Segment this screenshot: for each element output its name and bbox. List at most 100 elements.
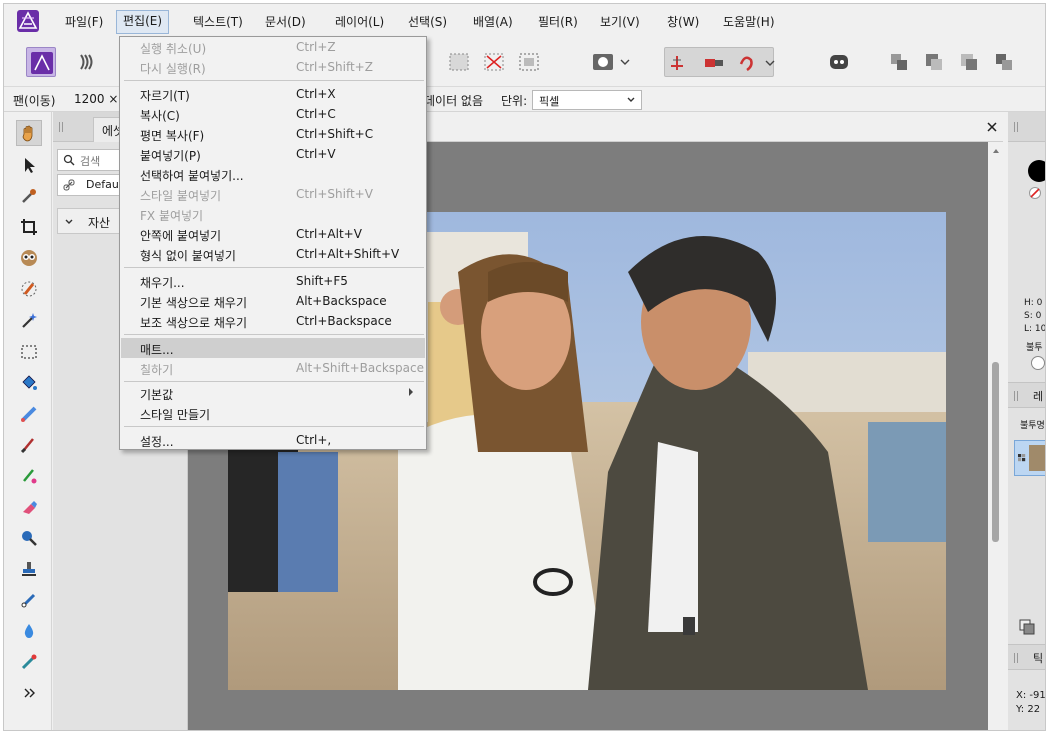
- quick-mask-button[interactable]: [589, 47, 631, 77]
- layer-visibility-icon[interactable]: [1018, 454, 1026, 462]
- edit-menu-dropdown: 실행 취소(U) Ctrl+Z 다시 실행(R) Ctrl+Shift+Z 자르…: [119, 36, 427, 450]
- menu-item-label: 설정...: [140, 435, 174, 449]
- flood-fill-tool[interactable]: [16, 370, 42, 396]
- menu-filter[interactable]: 필터(R): [532, 12, 584, 34]
- menu-item-paint[interactable]: 칠하기 Alt+Shift+Backspace: [121, 358, 425, 378]
- layers-tab-label[interactable]: 레: [1033, 388, 1043, 404]
- assistant-button[interactable]: [824, 47, 854, 77]
- deselect-button[interactable]: [479, 47, 509, 77]
- menu-layer[interactable]: 레이어(L): [329, 12, 390, 34]
- panel-grip-icon[interactable]: [1014, 122, 1018, 132]
- menu-item-paste-without-format[interactable]: 형식 없이 붙여넣기 Ctrl+Alt+Shift+V: [121, 244, 425, 264]
- paint-brush-tool[interactable]: [16, 432, 42, 458]
- search-icon: [63, 154, 75, 166]
- menu-item-copy[interactable]: 복사(C) Ctrl+C: [121, 104, 425, 124]
- color-replacement-tool[interactable]: [16, 463, 42, 489]
- menu-item-label: 실행 취소(U): [140, 42, 207, 56]
- units-select[interactable]: 픽셀: [532, 90, 642, 110]
- close-icon[interactable]: [986, 121, 998, 133]
- flood-select-tool[interactable]: [16, 307, 42, 333]
- affinity-photo-logo-icon[interactable]: [17, 10, 39, 32]
- layers-panel-header[interactable]: 레: [1008, 382, 1045, 408]
- more-tools-button[interactable]: [16, 680, 42, 706]
- panel-grip-icon[interactable]: [59, 122, 63, 132]
- arrange-back-button[interactable]: [884, 47, 914, 77]
- menu-item-settings[interactable]: 설정... Ctrl+,: [121, 430, 425, 450]
- arrange-forward-button[interactable]: [954, 47, 984, 77]
- menu-item-label: 자르기(T): [140, 89, 190, 103]
- liquify-persona-button[interactable]: [74, 47, 104, 77]
- menu-item-paste-special[interactable]: 선택하여 붙여넣기...: [121, 164, 425, 184]
- menu-edit[interactable]: 편집(E): [116, 10, 170, 34]
- menu-item-paste-inside[interactable]: 안쪽에 붙여넣기 Ctrl+Alt+V: [121, 224, 425, 244]
- menu-item-defaults[interactable]: 기본값: [121, 383, 425, 403]
- menu-text[interactable]: 텍스트(T): [187, 12, 249, 34]
- gradient-tool[interactable]: [16, 401, 42, 427]
- menu-view[interactable]: 보기(V): [594, 12, 646, 34]
- menu-select[interactable]: 선택(S): [402, 12, 453, 34]
- zoom-value[interactable]: 1200 ×: [74, 92, 118, 106]
- selection-tool-button[interactable]: [444, 47, 474, 77]
- blur-brush-tool[interactable]: [16, 618, 42, 644]
- marquee-tool[interactable]: [16, 339, 42, 365]
- photo-persona-button[interactable]: [26, 47, 56, 77]
- layer-copy-icon[interactable]: [1018, 618, 1036, 636]
- selection-brush-tool[interactable]: [16, 276, 42, 302]
- healing-brush-tool[interactable]: [16, 587, 42, 613]
- transform-tab-label[interactable]: 틱: [1033, 650, 1043, 666]
- move-backward-icon: [926, 54, 942, 70]
- menu-item-paste-style[interactable]: 스타일 붙여넣기 Ctrl+Shift+V: [121, 184, 425, 204]
- menu-file[interactable]: 파일(F): [59, 12, 109, 34]
- crop-tool[interactable]: [16, 214, 42, 240]
- magic-wand-icon: [22, 313, 37, 328]
- hue-value: H: 0: [1024, 298, 1043, 308]
- menu-item-label: 스타일 만들기: [140, 408, 211, 422]
- scroll-up-icon[interactable]: [991, 146, 1001, 156]
- color-picker-tool[interactable]: [16, 183, 42, 209]
- menu-document[interactable]: 문서(D): [259, 12, 312, 34]
- menu-window[interactable]: 창(W): [661, 12, 705, 34]
- eraser-icon: [23, 501, 37, 514]
- menu-item-matte[interactable]: 매트...: [121, 338, 425, 358]
- menu-item-fill[interactable]: 채우기... Shift+F5: [121, 271, 425, 291]
- clone-brush-tool[interactable]: [16, 556, 42, 582]
- layer-thumbnail: [1029, 445, 1045, 471]
- menu-item-paste-fx[interactable]: FX 붙여넣기: [121, 204, 425, 224]
- red-eye-tool[interactable]: [16, 245, 42, 271]
- menu-item-label: 칠하기: [140, 363, 174, 377]
- panel-grip-icon[interactable]: [1014, 391, 1018, 401]
- menu-item-fill-primary[interactable]: 기본 색상으로 채우기 Alt+Backspace: [121, 291, 425, 311]
- transform-panel-header[interactable]: 틱: [1008, 644, 1045, 670]
- vertical-scrollbar[interactable]: [988, 142, 1003, 730]
- menu-item-paste[interactable]: 붙여넣기(P) Ctrl+V: [121, 144, 425, 164]
- units-select-value: 픽셀: [539, 95, 560, 108]
- dodge-brush-tool[interactable]: [16, 525, 42, 551]
- menu-item-undo[interactable]: 실행 취소(U) Ctrl+Z: [121, 37, 425, 57]
- invert-selection-button[interactable]: [514, 47, 544, 77]
- snapping-toolbar-group[interactable]: [664, 47, 775, 77]
- move-tool[interactable]: [16, 152, 42, 178]
- erase-brush-tool[interactable]: [16, 494, 42, 520]
- chevron-down-icon: [65, 219, 73, 224]
- menu-item-fill-secondary[interactable]: 보조 색상으로 채우기 Ctrl+Backspace: [121, 311, 425, 331]
- arrange-backward-button[interactable]: [919, 47, 949, 77]
- layer-row[interactable]: [1014, 440, 1045, 476]
- panel-grip-icon[interactable]: [1014, 653, 1018, 663]
- menu-item-cut[interactable]: 자르기(T) Ctrl+X: [121, 84, 425, 104]
- opacity-slider-knob[interactable]: [1031, 356, 1045, 370]
- scrollbar-thumb[interactable]: [992, 362, 999, 542]
- menu-item-copy-merged[interactable]: 평면 복사(F) Ctrl+Shift+C: [121, 124, 425, 144]
- submenu-arrow-icon: [409, 388, 413, 396]
- menu-item-redo[interactable]: 다시 실행(R) Ctrl+Shift+Z: [121, 57, 425, 77]
- menu-arrange[interactable]: 배열(A): [467, 12, 519, 34]
- no-color-icon[interactable]: [1028, 186, 1042, 200]
- arrange-front-button[interactable]: [989, 47, 1019, 77]
- menu-item-create-style[interactable]: 스타일 만들기: [121, 403, 425, 423]
- primary-color-swatch[interactable]: [1028, 160, 1045, 182]
- marquee-icon: [449, 53, 469, 71]
- sponge-brush-tool[interactable]: [16, 649, 42, 675]
- menu-help[interactable]: 도움말(H): [717, 12, 781, 34]
- color-panel-header[interactable]: [1008, 112, 1045, 142]
- hand-tool[interactable]: [16, 120, 42, 146]
- menu-item-shortcut: Ctrl+C: [296, 107, 336, 121]
